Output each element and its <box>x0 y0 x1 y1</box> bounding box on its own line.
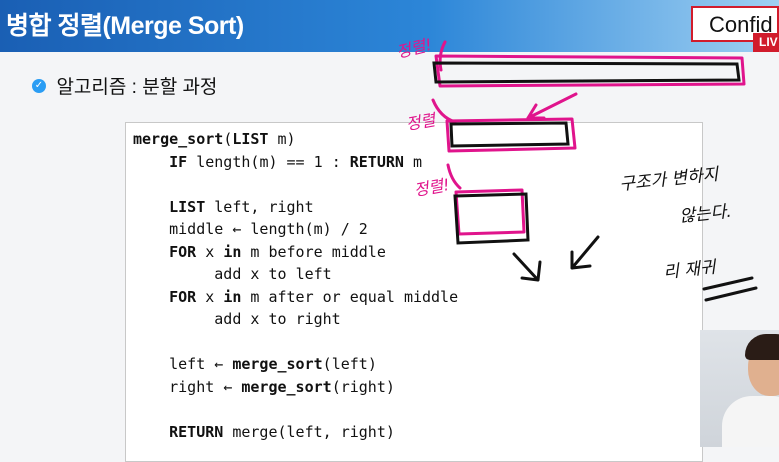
code-line: add x to left <box>214 265 332 283</box>
underline-2 <box>704 286 758 302</box>
slide-header: 병합 정렬(Merge Sort) Confid LIV <box>0 0 779 52</box>
slide-title: 병합 정렬(Merge Sort) <box>6 12 244 40</box>
presenter-shirt <box>722 396 779 447</box>
pseudocode: merge_sort(LIST m) IF length(m) == 1 : R… <box>133 128 458 443</box>
code-line: add x to right <box>214 310 341 328</box>
code-line: RETURN merge(left, right) <box>169 422 395 441</box>
code-line: left ← merge_sort(left) <box>169 355 377 373</box>
check-circle-icon: ✓ <box>32 78 46 93</box>
presenter-hair <box>745 334 779 360</box>
pink-arrow-2 <box>431 98 457 124</box>
black-box-1 <box>432 61 741 84</box>
code-line: right ← merge_sort(right) <box>169 377 395 396</box>
section-heading: ✓ 알고리즘 : 분할 과정 <box>32 72 217 98</box>
underline-1 <box>702 276 754 291</box>
pink-bar-1 <box>434 54 746 88</box>
code-line: FOR x in m after or equal middle <box>169 287 459 306</box>
section-heading-text: 알고리즘 : 분할 과정 <box>56 77 218 98</box>
code-line: IF length(m) == 1 : RETURN m <box>169 152 422 171</box>
pink-arrow-1 <box>526 92 578 120</box>
code-line: FOR x in m before middle <box>169 242 386 261</box>
code-line: LIST left, right <box>169 197 314 216</box>
pseudocode-box: merge_sort(LIST m) IF length(m) == 1 : R… <box>125 122 703 462</box>
presenter-webcam <box>700 330 779 447</box>
code-line: merge_sort(LIST m) <box>133 130 296 148</box>
code-line: middle ← length(m) / 2 <box>169 220 368 238</box>
live-badge: LIV <box>753 33 779 52</box>
